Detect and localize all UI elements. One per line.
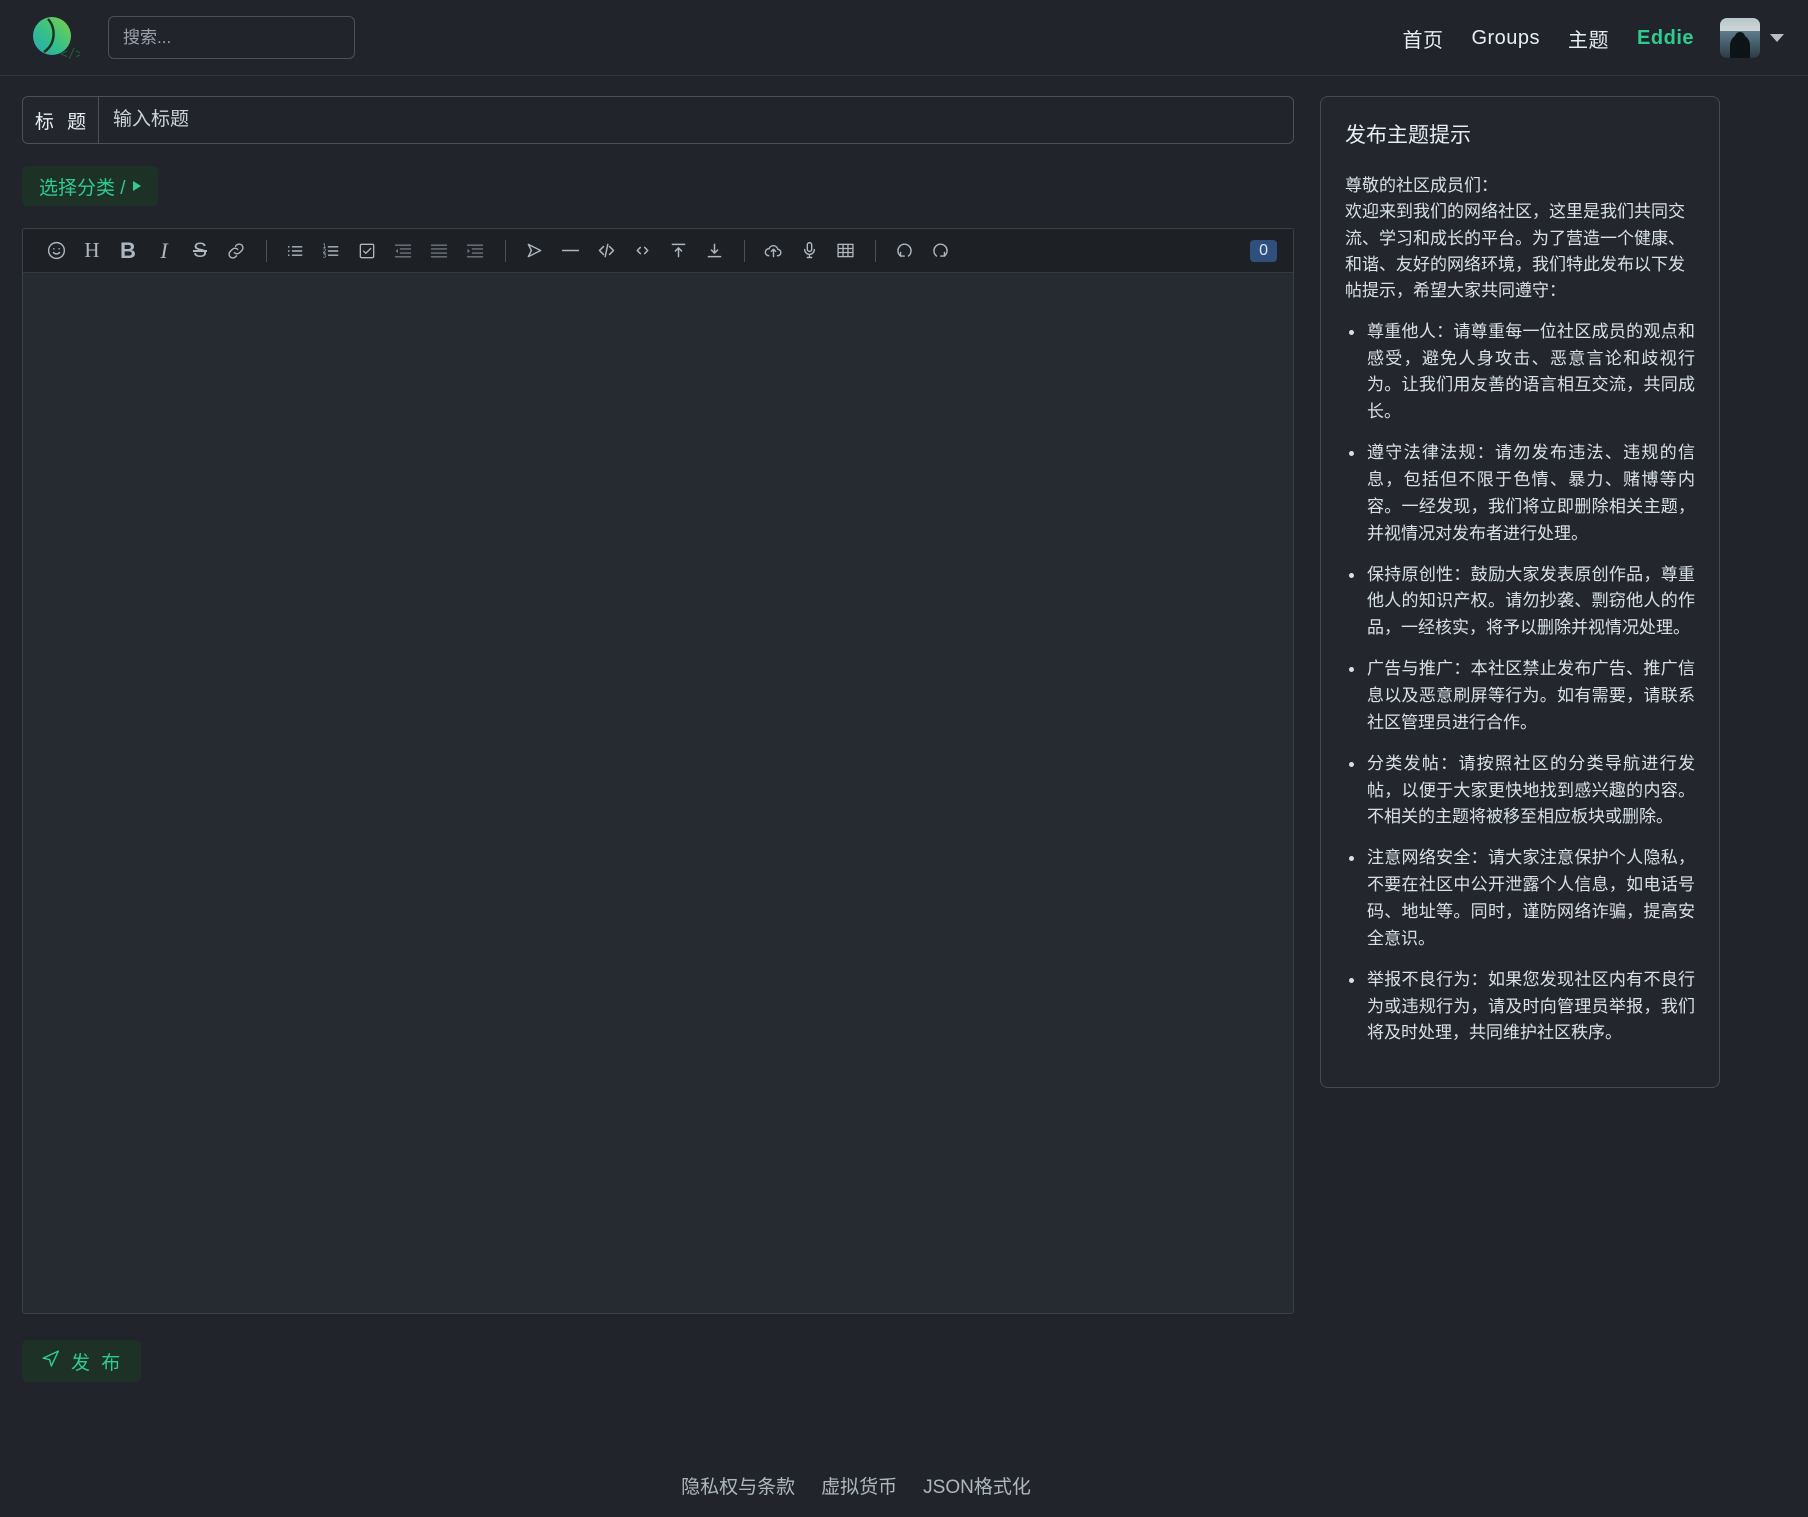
- character-counter: 0: [1250, 239, 1277, 262]
- tips-title: 发布主题提示: [1345, 124, 1471, 147]
- upload-icon[interactable]: [756, 235, 790, 267]
- tips-intro: 尊敬的社区成员们： 欢迎来到我们的网络社区，这里是我们共同交流、学习和成长的平台…: [1345, 176, 1685, 301]
- horizontal-rule-icon[interactable]: [553, 235, 587, 267]
- toolbar-divider: [875, 239, 876, 262]
- list-item: 尊重他人：请尊重每一位社区成员的观点和感受，避免人身攻击、恶意言论和歧视行为。让…: [1345, 319, 1695, 426]
- align-bottom-icon[interactable]: [697, 235, 731, 267]
- strikethrough-icon[interactable]: S: [183, 235, 217, 267]
- editor-content-area[interactable]: [23, 273, 1293, 1313]
- publish-button[interactable]: 发 布: [22, 1340, 142, 1382]
- code-block-icon[interactable]: [589, 235, 623, 267]
- emoji-icon[interactable]: [39, 235, 73, 267]
- footer-link-currency[interactable]: 虚拟货币: [821, 1472, 897, 1499]
- main-nav: 首页 Groups 主题 Eddie: [1388, 0, 1784, 76]
- chevron-down-icon[interactable]: [1770, 34, 1784, 42]
- tips-list: 尊重他人：请尊重每一位社区成员的观点和感受，避免人身攻击、恶意言论和歧视行为。让…: [1345, 319, 1695, 1048]
- list-item: 广告与推广：本社区禁止发布广告、推广信息以及恶意刷屏等行为。如有需要，请联系社区…: [1345, 656, 1695, 737]
- indent-icon[interactable]: [458, 235, 492, 267]
- redo-icon[interactable]: [923, 235, 957, 267]
- nav-topics[interactable]: 主题: [1554, 24, 1623, 53]
- title-field-row: 标 题: [22, 96, 1294, 144]
- bullet-list-icon[interactable]: [278, 235, 312, 267]
- site-footer: 隐私权与条款 虚拟货币 JSON格式化: [0, 1472, 1712, 1499]
- page-body: 标 题 选择分类 / H B I S: [0, 76, 1808, 1382]
- bold-icon[interactable]: B: [111, 235, 145, 267]
- toolbar-divider: [505, 239, 506, 262]
- toolbar-divider: [266, 239, 267, 262]
- list-item: 保持原创性：鼓励大家发表原创作品，尊重他人的知识产权。请勿抄袭、剽窃他人的作品，…: [1345, 562, 1695, 643]
- align-top-icon[interactable]: [661, 235, 695, 267]
- search-input[interactable]: [108, 16, 355, 59]
- rich-text-editor: H B I S 1 2 3 0: [22, 228, 1294, 1314]
- publish-label: 发 布: [71, 1352, 124, 1374]
- svg-text:3: 3: [323, 253, 327, 259]
- site-logo[interactable]: </>: [26, 10, 82, 66]
- link-icon[interactable]: [219, 235, 253, 267]
- inline-code-icon[interactable]: [625, 235, 659, 267]
- posting-tips-card: 发布主题提示 尊敬的社区成员们： 欢迎来到我们的网络社区，这里是我们共同交流、学…: [1320, 96, 1720, 1089]
- numbered-list-icon[interactable]: 1 2 3: [314, 235, 348, 267]
- avatar[interactable]: [1720, 18, 1760, 58]
- list-item: 举报不良行为：如果您发现社区内有不良行为或违规行为，请及时向管理员举报，我们将及…: [1345, 967, 1695, 1048]
- list-item: 分类发帖：请按照社区的分类导航进行发帖，以便于大家更快地找到感兴趣的内容。不相关…: [1345, 751, 1695, 832]
- checklist-icon[interactable]: [350, 235, 384, 267]
- footer-link-json[interactable]: JSON格式化: [923, 1472, 1031, 1499]
- list-item: 遵守法律法规：请勿发布违法、违规的信息，包括但不限于色情、暴力、赌博等内容。一经…: [1345, 440, 1695, 547]
- title-label: 标 题: [23, 97, 99, 143]
- align-justify-icon[interactable]: [422, 235, 456, 267]
- tips-column: 发布主题提示 尊敬的社区成员们： 欢迎来到我们的网络社区，这里是我们共同交流、学…: [1320, 96, 1720, 1382]
- site-header: </> 首页 Groups 主题 Eddie: [0, 0, 1808, 76]
- nav-groups[interactable]: Groups: [1457, 27, 1554, 50]
- site-logo-icon: </>: [33, 16, 80, 62]
- toolbar-divider: [744, 239, 745, 262]
- nav-username[interactable]: Eddie: [1623, 27, 1708, 50]
- heading-icon[interactable]: H: [75, 235, 109, 267]
- microphone-icon[interactable]: [792, 235, 826, 267]
- title-input[interactable]: [99, 97, 1293, 143]
- avatar-head: [1735, 32, 1745, 42]
- table-icon[interactable]: [828, 235, 862, 267]
- select-category-label: 选择分类 /: [39, 177, 126, 199]
- italic-icon[interactable]: I: [147, 235, 181, 267]
- nav-home[interactable]: 首页: [1388, 24, 1457, 53]
- chevron-right-icon: [132, 181, 141, 191]
- quote-icon[interactable]: [517, 235, 551, 267]
- footer-link-privacy[interactable]: 隐私权与条款: [681, 1472, 795, 1499]
- compose-column: 标 题 选择分类 / H B I S: [22, 96, 1294, 1382]
- avatar-sky: [1720, 18, 1760, 31]
- send-icon: [40, 1347, 62, 1375]
- list-item: 注意网络安全：请大家注意保护个人隐私，不要在社区中公开泄露个人信息，如电话号码、…: [1345, 845, 1695, 952]
- select-category-button[interactable]: 选择分类 /: [22, 166, 158, 206]
- editor-toolbar: H B I S 1 2 3 0: [23, 229, 1293, 273]
- outdent-icon[interactable]: [386, 235, 420, 267]
- undo-icon[interactable]: [887, 235, 921, 267]
- svg-text:</>: </>: [60, 47, 80, 62]
